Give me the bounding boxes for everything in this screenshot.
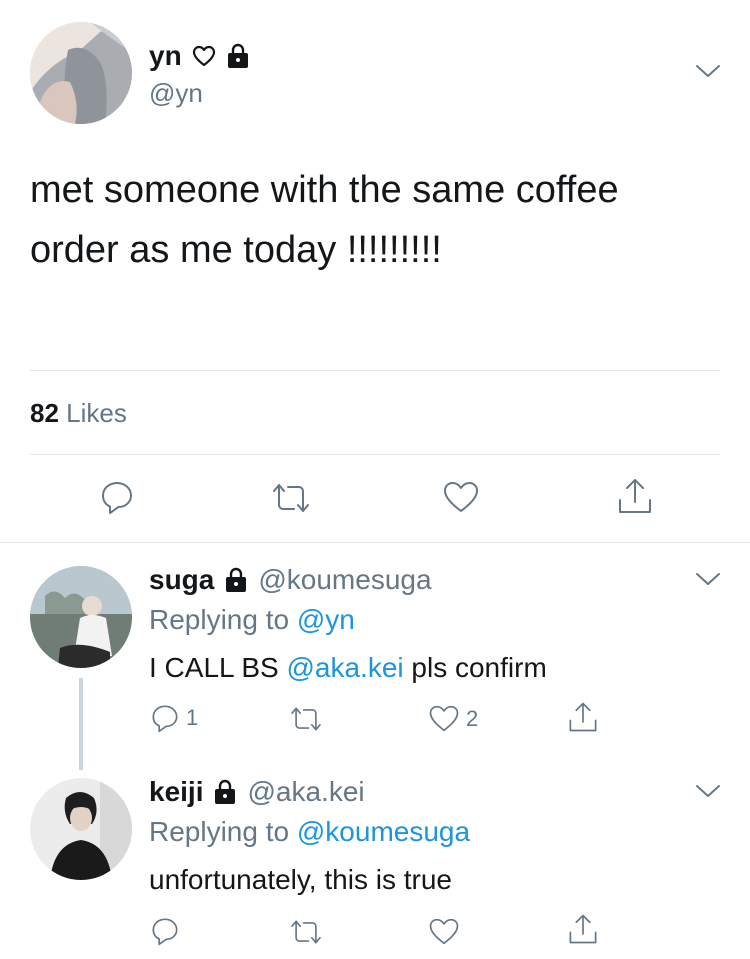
heart-outline-icon [192, 45, 216, 67]
thread-line [79, 678, 83, 770]
avatar[interactable] [30, 22, 132, 124]
lock-icon [224, 567, 248, 593]
share-button[interactable] [567, 912, 599, 946]
replying-prefix: Replying to [149, 604, 290, 635]
mention-link[interactable]: @yn [297, 604, 355, 635]
section-divider [0, 542, 750, 543]
reply-text: unfortunately, this is true [149, 864, 452, 895]
handle[interactable]: @aka.kei [247, 776, 364, 808]
chevron-down-icon[interactable] [694, 570, 722, 588]
retweet-icon [273, 484, 309, 512]
retweet-button[interactable] [288, 918, 324, 946]
retweet-icon [291, 920, 321, 944]
like-button[interactable] [428, 917, 460, 946]
share-icon [619, 479, 651, 513]
likes-label: Likes [66, 398, 127, 428]
avatar[interactable] [30, 778, 132, 880]
divider [30, 454, 720, 455]
likes-stat[interactable]: 82 Likes [30, 398, 127, 429]
share-button[interactable] [616, 476, 654, 516]
like-button[interactable]: 2 [428, 704, 478, 733]
tweet-text-line: order as me today !!!!!!!!! [30, 229, 442, 271]
reply-button[interactable] [99, 479, 135, 515]
likes-count: 82 [30, 398, 59, 428]
mention-link[interactable]: @koumesuga [297, 816, 470, 847]
retweet-button[interactable] [270, 481, 312, 515]
divider [30, 370, 720, 371]
reply-icon [152, 918, 178, 946]
chevron-down-icon[interactable] [694, 782, 722, 800]
reply-text: I CALL BS @aka.kei pls confirm [149, 652, 547, 684]
retweet-icon [291, 707, 321, 731]
reply-count: 1 [186, 705, 199, 730]
like-button[interactable] [442, 480, 480, 514]
share-icon [569, 702, 597, 732]
reply-text-part: I CALL BS [149, 652, 279, 683]
tweet-text-line: met someone with the same coffee [30, 169, 619, 211]
chevron-down-icon[interactable] [694, 62, 722, 80]
share-button[interactable] [567, 700, 599, 734]
lock-icon [213, 779, 237, 805]
lock-icon [226, 43, 250, 69]
reply-icon [102, 482, 132, 514]
like-count: 2 [466, 705, 479, 731]
reply-text-part: pls confirm [411, 652, 547, 683]
handle[interactable]: @yn [149, 78, 203, 109]
tweet-text: met someone with the same coffee order a… [30, 160, 619, 280]
handle[interactable]: @koumesuga [258, 564, 431, 596]
replying-to: Replying to @koumesuga [149, 816, 470, 848]
replying-to: Replying to @yn [149, 604, 355, 636]
reply-icon [152, 705, 178, 733]
mention-link[interactable]: @aka.kei [286, 652, 403, 683]
retweet-button[interactable] [288, 705, 324, 733]
display-name[interactable]: suga [149, 564, 214, 596]
reply-button[interactable] [150, 916, 180, 946]
like-icon [444, 482, 478, 512]
avatar[interactable] [30, 566, 132, 668]
display-name[interactable]: keiji [149, 776, 203, 808]
display-name[interactable]: yn [149, 40, 182, 72]
reply-button[interactable]: 1 [150, 703, 198, 733]
share-icon [569, 914, 597, 944]
like-icon [429, 918, 459, 945]
like-icon [429, 705, 459, 732]
replying-prefix: Replying to [149, 816, 290, 847]
